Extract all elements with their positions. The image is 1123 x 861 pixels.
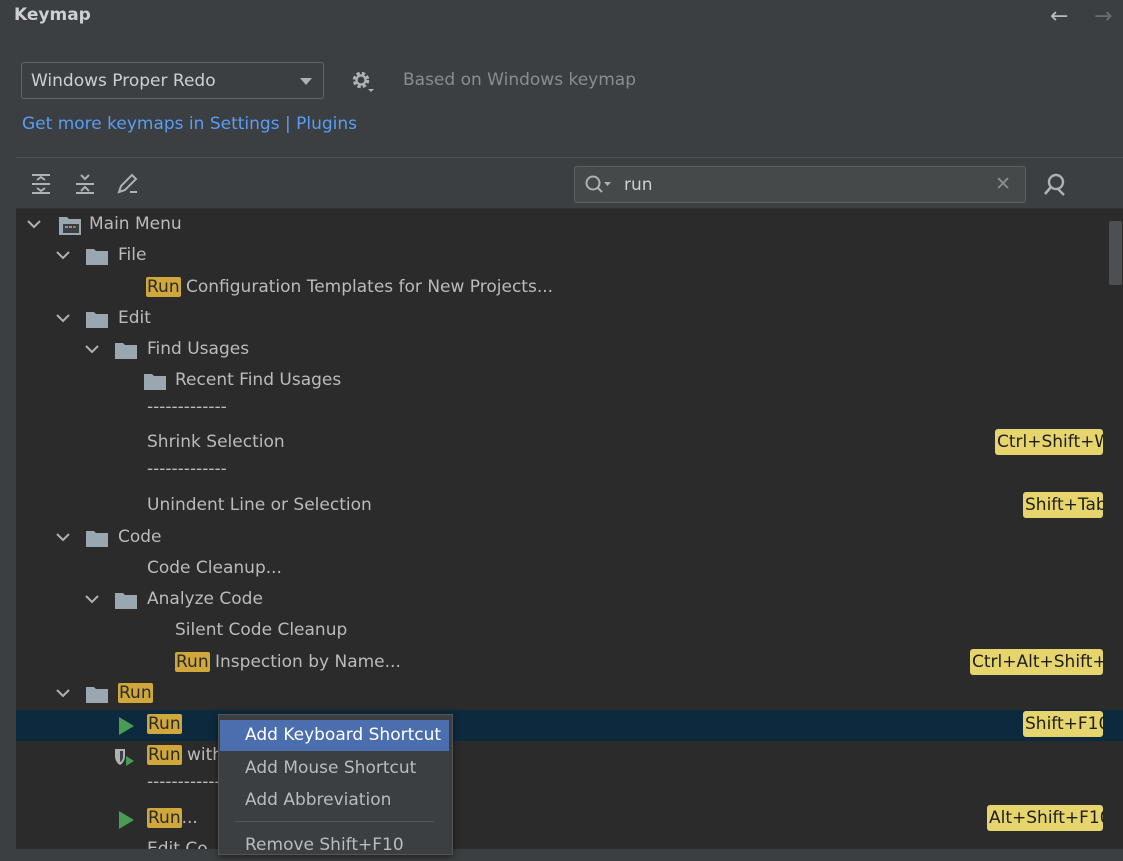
run-icon — [119, 717, 134, 735]
shortcut-badge: Alt+Shift+F10 — [987, 805, 1103, 831]
edit-shortcuts-icon[interactable] — [115, 172, 139, 196]
shortcut-badge: Ctrl+Shift+W — [995, 429, 1103, 455]
forward-arrow-icon[interactable]: → — [1094, 4, 1112, 29]
search-match-highlight: Run — [118, 683, 153, 703]
context-menu[interactable]: Add Keyboard Shortcut Add Mouse Shortcut… — [218, 714, 453, 855]
tree-label: Shrink Selection — [147, 432, 285, 452]
tree-row-code[interactable]: Code — [16, 523, 1123, 554]
search-match-highlight: Run — [146, 277, 181, 297]
chevron-down-icon — [300, 78, 312, 85]
chevron-down-icon[interactable] — [26, 216, 42, 232]
tree-row-run-config-templates[interactable]: Run Configuration Templates for New Proj… — [16, 273, 1123, 304]
tree-row-silent-cleanup[interactable]: Silent Code Cleanup — [16, 616, 1123, 647]
run-icon — [119, 811, 134, 829]
find-by-shortcut-icon[interactable] — [1042, 172, 1068, 198]
tree-label: Silent Code Cleanup — [175, 620, 348, 640]
tree-row-analyze-code[interactable]: Analyze Code — [16, 585, 1123, 616]
menu-item-remove-shortcut[interactable]: Remove Shift+F10 — [220, 830, 449, 861]
menu-item-add-mouse-shortcut[interactable]: Add Mouse Shortcut — [220, 753, 449, 784]
tree-row-separator: ------------- — [16, 772, 1123, 803]
main-menu-icon — [59, 217, 81, 235]
tree-label: Main Menu — [89, 214, 182, 234]
separator-dashes: ------------- — [147, 397, 227, 417]
keymap-dropdown-value: Windows Proper Redo — [31, 70, 216, 91]
tree-row-run-folder[interactable]: Run — [16, 679, 1123, 710]
folder-icon — [144, 374, 166, 390]
separator-dashes: ------------- — [147, 772, 227, 792]
menu-separator — [235, 821, 434, 822]
tree-label: Analyze Code — [147, 589, 263, 609]
chevron-down-icon[interactable] — [84, 591, 100, 607]
back-arrow-icon[interactable]: ← — [1050, 4, 1068, 29]
shortcut-badge: Ctrl+Alt+Shift+I — [970, 649, 1103, 675]
chevron-down-icon[interactable] — [55, 529, 71, 545]
keymap-dropdown[interactable]: Windows Proper Redo — [21, 62, 324, 99]
tree-label: Edit Co — [147, 839, 208, 849]
based-on-label: Based on Windows keymap — [403, 70, 636, 90]
search-match-highlight: Run — [147, 714, 182, 734]
chevron-down-icon[interactable] — [55, 685, 71, 701]
folder-icon — [86, 249, 108, 265]
shortcut-badge: Shift+Tab — [1023, 492, 1103, 518]
tree-label: Edit — [118, 308, 151, 328]
chevron-down-icon[interactable] — [84, 341, 100, 357]
search-match-highlight: Run — [147, 808, 182, 828]
tree-label: Code — [118, 527, 162, 547]
search-match-highlight: Run — [175, 652, 210, 672]
search-input[interactable]: run ✕ — [574, 166, 1026, 203]
menu-item-add-keyboard-shortcut[interactable]: Add Keyboard Shortcut — [220, 720, 449, 751]
folder-icon — [86, 687, 108, 703]
folder-icon — [115, 593, 137, 609]
folder-icon — [115, 343, 137, 359]
run-with-coverage-icon — [115, 749, 134, 766]
folder-icon — [86, 531, 108, 547]
tree-label: Configuration Templates for New Projects… — [180, 277, 554, 297]
tree-label: Find Usages — [147, 339, 250, 359]
search-input-value: run — [624, 175, 653, 195]
tree-label: ... — [181, 808, 198, 828]
tree-row-edit[interactable]: Edit — [16, 304, 1123, 335]
search-match-highlight: Run — [147, 745, 182, 765]
shortcut-badge: Shift+F10 — [1023, 711, 1103, 737]
get-more-keymaps-link[interactable]: Get more keymaps in Settings | Plugins — [22, 114, 357, 134]
chevron-down-icon[interactable] — [55, 247, 71, 263]
tree-row-separator: ------------- — [16, 397, 1123, 428]
tree-row-run-selected[interactable]: Run Shift+F10 — [16, 710, 1123, 741]
tree-row-main-menu[interactable]: Main Menu — [16, 210, 1123, 241]
collapse-all-icon[interactable] — [73, 172, 97, 196]
page-title: Keymap — [14, 5, 91, 25]
divider — [16, 157, 1123, 158]
tree-label: Recent Find Usages — [175, 370, 342, 390]
tree-label: Unindent Line or Selection — [147, 495, 372, 515]
menu-item-add-abbreviation[interactable]: Add Abbreviation — [220, 785, 449, 816]
tree-row-run-dots[interactable]: Run... Alt+Shift+F10 — [16, 804, 1123, 835]
separator-dashes: ------------- — [147, 459, 227, 479]
tree-row-separator: ------------- — [16, 459, 1123, 490]
keymap-tree[interactable]: Main Menu File Run Configuration Templat… — [16, 208, 1123, 849]
expand-all-icon[interactable] — [29, 172, 53, 196]
tree-row-recent-find-usages[interactable]: Recent Find Usages — [16, 366, 1123, 397]
tree-row-unindent[interactable]: Unindent Line or Selection Shift+Tab — [16, 491, 1123, 522]
tree-row-run-with[interactable]: Run with — [16, 741, 1123, 772]
tree-row-run-inspection[interactable]: Run Inspection by Name... Ctrl+Alt+Shift… — [16, 648, 1123, 679]
tree-row-find-usages[interactable]: Find Usages — [16, 335, 1123, 366]
clear-icon[interactable]: ✕ — [995, 173, 1011, 195]
tree-row-edit-configurations[interactable]: Edit Co — [16, 835, 1123, 849]
tree-row-file[interactable]: File — [16, 241, 1123, 272]
tree-label: File — [118, 245, 147, 265]
chevron-down-icon[interactable] — [55, 310, 71, 326]
tree-row-shrink-selection[interactable]: Shrink Selection Ctrl+Shift+W — [16, 428, 1123, 459]
tree-row-code-cleanup[interactable]: Code Cleanup... — [16, 554, 1123, 585]
tree-label: with — [181, 745, 224, 765]
tree-label: Code Cleanup... — [147, 558, 282, 578]
tree-label: Inspection by Name... — [209, 652, 401, 672]
search-icon[interactable] — [584, 174, 614, 196]
scrollbar-thumb[interactable] — [1109, 221, 1122, 285]
folder-icon — [86, 312, 108, 328]
gear-icon[interactable] — [348, 67, 376, 95]
